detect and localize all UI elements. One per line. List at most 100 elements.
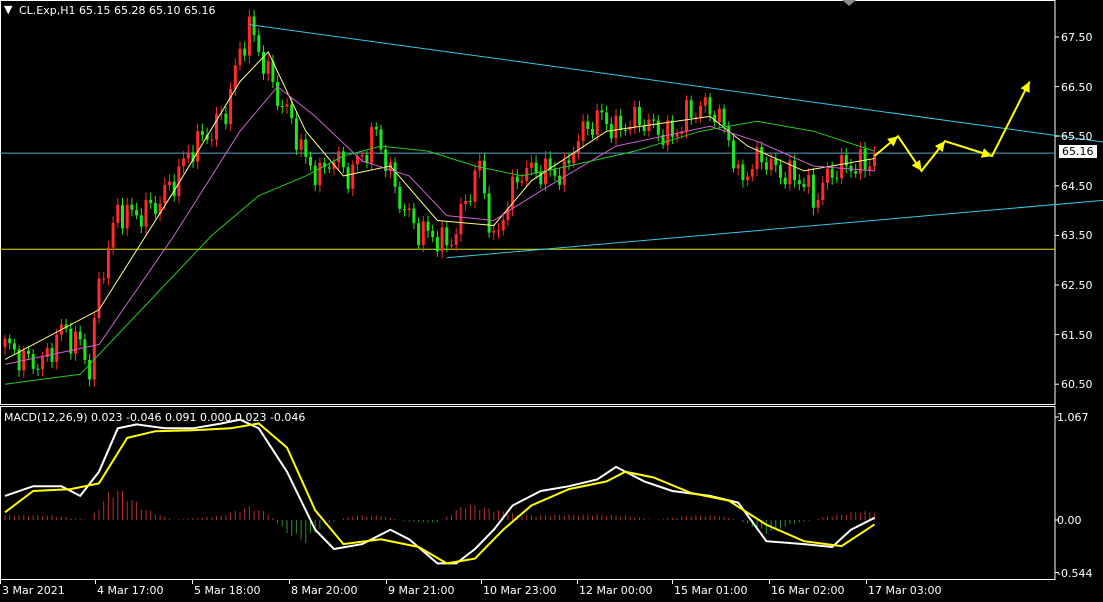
candle-body	[821, 182, 825, 201]
candle-body	[717, 108, 721, 123]
candle-body	[92, 317, 96, 380]
ma_fast-line	[4, 51, 875, 360]
macd-signal-line	[4, 422, 876, 565]
candle-body	[783, 177, 787, 185]
candle-body	[186, 152, 190, 159]
chart-window: ▼ CL.Exp,H1 65.15 65.28 65.10 65.16 MACD…	[0, 0, 1103, 602]
candle-body	[200, 131, 204, 135]
candle-body	[586, 121, 590, 129]
candle-body	[106, 247, 110, 279]
candle-body	[591, 128, 594, 135]
x-tick-label: 10 Mar 23:00	[483, 584, 557, 597]
main-pane-frame	[0, 0, 1056, 405]
x-tick-label: 3 Mar 2021	[2, 584, 65, 597]
candle-body	[840, 155, 844, 179]
candle-body	[793, 160, 797, 181]
candle-body	[732, 140, 735, 169]
candle-body	[445, 227, 449, 246]
candle-body	[403, 209, 406, 211]
candle-body	[337, 151, 341, 163]
candle-body	[327, 167, 331, 169]
candle-body	[435, 236, 439, 252]
candle-body	[600, 110, 604, 113]
candle-body	[722, 108, 726, 126]
candle-body	[27, 350, 30, 355]
candle-body	[689, 100, 693, 118]
candle-body	[656, 120, 660, 135]
candle-body	[440, 227, 444, 252]
x-tick-label: 5 Mar 18:00	[194, 584, 261, 597]
candle-body	[210, 139, 214, 141]
candle-body	[576, 141, 580, 154]
candle-body	[398, 186, 402, 210]
candle-body	[121, 204, 124, 229]
macd-title: MACD(12,26,9) 0.023 -0.046 0.091 0.000 0…	[4, 411, 306, 424]
candle-body	[675, 133, 679, 137]
candle-body	[41, 357, 45, 370]
candle-body	[135, 209, 139, 216]
candle-body	[309, 156, 312, 166]
candle-body	[774, 158, 778, 166]
candle-body	[111, 222, 115, 248]
candle-body	[280, 105, 284, 107]
candle-body	[760, 146, 764, 163]
candle-body	[69, 328, 73, 354]
candle-body	[12, 343, 16, 350]
x-tick-label: 12 Mar 00:00	[579, 584, 653, 597]
candle-body	[638, 106, 641, 126]
candle-body	[31, 354, 35, 369]
candle-body	[487, 193, 491, 233]
macd-y-tick-label: 0.00	[1057, 514, 1082, 527]
candle-body	[614, 115, 618, 139]
candle-body	[149, 199, 153, 204]
candle-body	[290, 104, 294, 119]
candle-body	[741, 164, 745, 181]
menu-triangle-icon[interactable]: ▼	[4, 3, 12, 16]
candle-body	[736, 164, 740, 169]
candle-body	[130, 204, 134, 210]
y-tick-label: 60.50	[1061, 378, 1093, 392]
candle-body	[478, 160, 482, 171]
candle-body	[572, 153, 576, 164]
candle-body	[764, 162, 768, 170]
candle-body	[807, 174, 811, 187]
candle-body	[844, 155, 848, 166]
candle-body	[238, 48, 242, 66]
x-tick-label: 4 Mar 17:00	[97, 584, 164, 597]
candle-body	[125, 204, 129, 229]
candle-body	[196, 131, 200, 162]
candle-body	[102, 278, 106, 280]
candle-body	[36, 368, 40, 370]
candle-body	[703, 97, 707, 106]
candle-body	[811, 174, 815, 208]
candle-body	[595, 110, 599, 135]
y-tick-label: 64.50	[1061, 179, 1093, 193]
candle-body	[482, 160, 486, 194]
x-tick-label: 16 Mar 02:00	[771, 584, 845, 597]
candle-body	[769, 158, 773, 170]
y-tick-label: 66.50	[1061, 80, 1093, 94]
macd-pane-frame	[0, 406, 1056, 580]
candle-body	[685, 100, 688, 132]
candle-body	[454, 234, 458, 245]
candle-body	[581, 121, 585, 142]
x-tick-label: 9 Mar 21:00	[388, 584, 455, 597]
x-tick-label: 8 Mar 20:00	[291, 584, 358, 597]
support-trendline	[446, 199, 1103, 259]
candle-body	[699, 105, 703, 118]
candle-body	[417, 223, 421, 246]
candle-body	[816, 200, 820, 208]
candle-body	[609, 124, 613, 139]
current-price-tag: 65.16	[1059, 145, 1097, 158]
candle-body	[168, 181, 171, 185]
x-tick-label: 17 Mar 03:00	[868, 584, 942, 597]
ma_mid-line	[4, 85, 875, 365]
candle-body	[313, 165, 317, 186]
candle-body	[567, 160, 571, 164]
candle-body	[797, 180, 801, 185]
candle-body	[619, 115, 623, 130]
candle-body	[318, 162, 322, 186]
candle-body	[97, 278, 101, 318]
chart-canvas[interactable]	[0, 0, 1103, 598]
candle-body	[515, 176, 519, 183]
